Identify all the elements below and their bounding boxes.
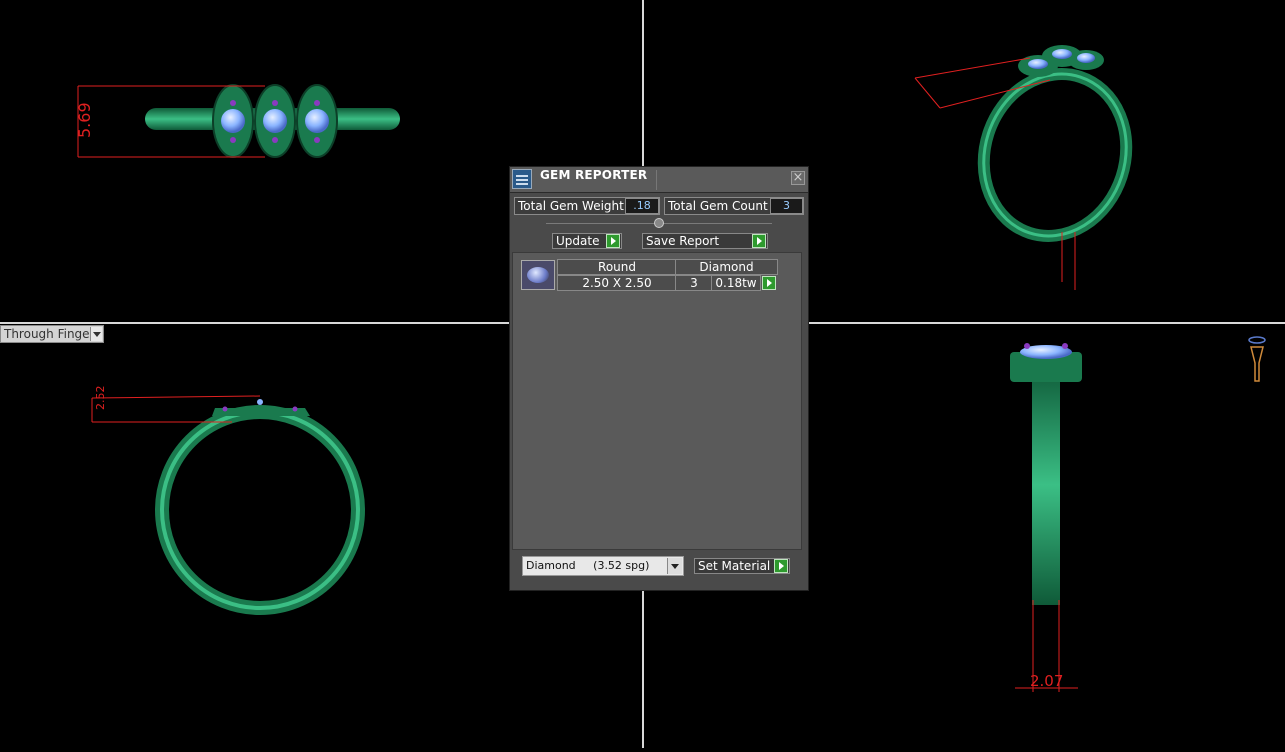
view-mode-label: Through Finger [4,327,95,341]
chevron-down-icon[interactable] [90,327,102,341]
gem-reporter-app-icon [512,169,532,189]
update-button[interactable]: Update [552,233,622,249]
chevron-down-icon[interactable] [667,558,682,574]
collapse-handle[interactable] [654,218,664,228]
total-gem-weight-label: Total Gem Weight [518,199,624,213]
dimension-top-right [914,57,1076,290]
gem-size: 2.50 X 2.50 [557,275,677,291]
side-view-ring [155,399,365,615]
gem-reporter-titlebar[interactable]: GEM REPORTER × [510,167,808,193]
perspective-ring [977,45,1133,242]
set-material-button[interactable]: Set Material [694,558,790,574]
play-icon[interactable] [752,234,766,248]
gem-reporter-panel: GEM REPORTER × Total Gem Weight .18 Tota… [509,166,809,591]
gem-material: Diamond [675,259,778,275]
gem-reporter-title: GEM REPORTER [540,168,648,182]
dimension-label-2-07: 2.07 [1030,672,1063,690]
dimension-label-5-69: 5.69 [75,102,94,138]
orientation-gizmo-icon[interactable] [1244,335,1270,389]
total-gem-count-label: Total Gem Count [668,199,768,213]
round-gem-thumbnail-icon [521,260,555,290]
front-view-ring [1010,343,1082,605]
total-gem-count-value: 3 [770,198,803,214]
gem-shape: Round [557,259,677,275]
play-icon[interactable] [774,559,788,573]
play-icon[interactable] [606,234,620,248]
material-select-value: Diamond (3.52 spg) [526,559,650,572]
gem-count: 3 [675,275,713,291]
titlebar-separator [656,170,657,190]
material-select[interactable]: Diamond (3.52 spg) [522,556,684,576]
top-view-ring [145,84,400,158]
total-gem-count-field: Total Gem Count 3 [664,197,804,215]
save-report-button[interactable]: Save Report [642,233,768,249]
close-button[interactable]: × [791,171,805,185]
total-gem-weight-value: .18 [625,198,659,214]
gem-weight: 0.18tw [711,275,761,291]
update-label: Update [556,234,600,248]
dimension-label-2-52: 2.52 [94,386,107,411]
save-report-label: Save Report [646,234,720,248]
view-mode-select[interactable]: Through Finger [0,325,104,343]
play-icon[interactable] [762,276,776,290]
set-material-label: Set Material [698,559,771,573]
gem-list[interactable]: Round Diamond 2.50 X 2.50 3 0.18tw [512,252,802,550]
total-gem-weight-field: Total Gem Weight .18 [514,197,660,215]
